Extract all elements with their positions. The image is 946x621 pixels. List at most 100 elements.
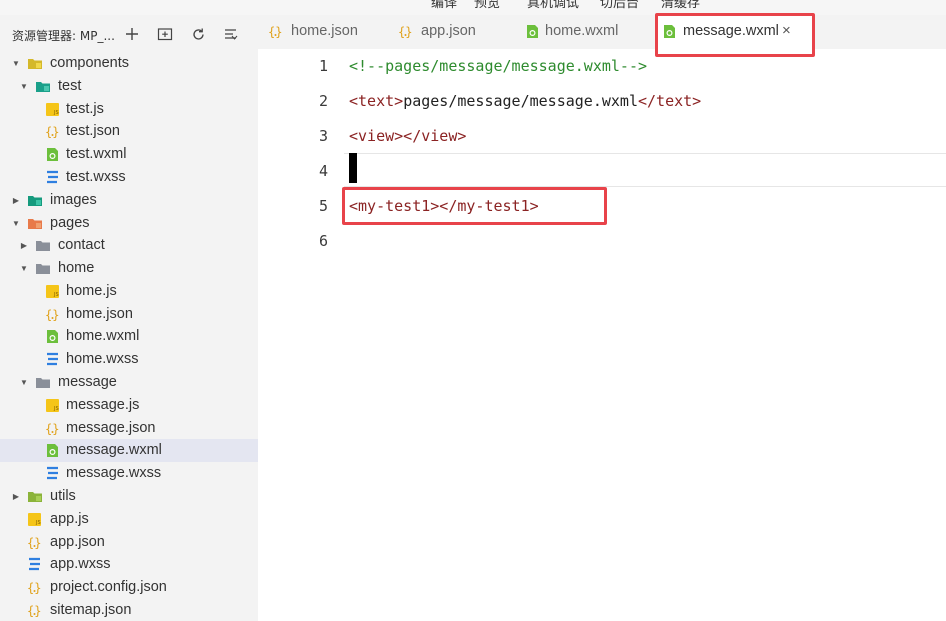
tree-item-label: app.js: [50, 511, 89, 527]
tree-item[interactable]: {} sitemap.json: [0, 599, 258, 621]
tree-item-label: home.wxml: [66, 328, 140, 344]
tab-label: home.wxml: [545, 23, 619, 39]
wxss-file-icon: [45, 170, 60, 185]
tree-item[interactable]: JS message.js: [0, 394, 258, 417]
chevron-down-icon[interactable]: ▼: [11, 219, 21, 229]
json-file-icon: {}: [27, 580, 42, 595]
tree-item[interactable]: home.wxml: [0, 325, 258, 348]
svg-text:{}: {}: [27, 604, 41, 618]
refresh-icon[interactable]: [188, 24, 208, 44]
svg-text:JS: JS: [53, 110, 59, 116]
js-file-icon: JS: [45, 102, 60, 117]
code-token: <text>: [349, 92, 404, 110]
svg-text:JS: JS: [53, 292, 59, 298]
current-line-highlight: [344, 153, 946, 187]
svg-text:{}: {}: [45, 308, 59, 322]
tree-item-label: images: [50, 192, 97, 208]
chevron-down-icon[interactable]: ▼: [19, 264, 29, 274]
wxml-icon: [525, 24, 540, 39]
tree-item-label: home.json: [66, 306, 133, 322]
line-number: 1: [318, 57, 328, 75]
line-number: 4: [318, 162, 328, 180]
tree-item-label: project.config.json: [50, 579, 167, 595]
menu-item-clear-cache[interactable]: 清缓存: [661, 0, 700, 11]
tree-item-label: message.wxss: [66, 465, 162, 481]
editor-tab-bar: {} home.json {} app.json home.wxml messa…: [258, 15, 946, 49]
tree-item[interactable]: test.wxml: [0, 143, 258, 166]
wxml-file-icon: [45, 443, 60, 458]
folder-icon: [35, 79, 50, 94]
add-file-icon[interactable]: [122, 24, 142, 44]
tree-item-label: test.wxss: [66, 169, 126, 185]
menu-item-background[interactable]: 切后台: [600, 0, 639, 11]
tree-item[interactable]: message.wxml: [0, 439, 258, 462]
chevron-down-icon[interactable]: ▼: [19, 378, 29, 388]
tree-item[interactable]: ▶ utils: [0, 485, 258, 508]
code-line[interactable]: <view></view>: [349, 127, 466, 145]
folder-icon: [35, 261, 50, 276]
code-token: pages/message/message.wxml: [403, 92, 638, 110]
chevron-down-icon[interactable]: ▼: [19, 82, 29, 92]
tree-item[interactable]: {} test.json: [0, 120, 258, 143]
tree-item-label: utils: [50, 488, 76, 504]
tree-item[interactable]: app.wxss: [0, 553, 258, 576]
tree-item[interactable]: ▼ components: [0, 52, 258, 75]
json-file-icon: {}: [27, 603, 42, 618]
tree-item[interactable]: ▼ home: [0, 257, 258, 280]
chevron-right-icon[interactable]: ▶: [11, 492, 21, 502]
svg-text:{}: {}: [45, 125, 59, 139]
explorer-sidebar: 资源管理器: MP_... ▼ components ▼ test JS test.js {…: [0, 15, 258, 621]
line-number: 6: [318, 232, 328, 250]
tree-item[interactable]: {} home.json: [0, 303, 258, 326]
tree-item[interactable]: ▶ images: [0, 189, 258, 212]
tree-item[interactable]: message.wxss: [0, 462, 258, 485]
tree-item-label: app.wxss: [50, 556, 111, 572]
json-file-icon: {}: [27, 535, 42, 550]
tree-item[interactable]: {} app.json: [0, 531, 258, 554]
tree-item-label: message.wxml: [66, 442, 162, 458]
tree-item[interactable]: JS home.js: [0, 280, 258, 303]
chevron-right-icon[interactable]: ▶: [11, 196, 21, 206]
code-line[interactable]: <text>pages/message/message.wxml</text>: [349, 92, 701, 110]
tree-item[interactable]: ▼ pages: [0, 212, 258, 235]
tree-item-label: app.json: [50, 534, 105, 550]
tree-item[interactable]: {} project.config.json: [0, 576, 258, 599]
menu-item-device-debug[interactable]: 真机调试: [527, 0, 579, 11]
svg-text:{}: {}: [27, 581, 41, 595]
tree-item[interactable]: JS app.js: [0, 508, 258, 531]
line-number: 2: [318, 92, 328, 110]
tree-item-label: home.js: [66, 283, 117, 299]
tab-home-json[interactable]: {} home.json: [258, 15, 383, 49]
svg-text:JS: JS: [53, 406, 59, 412]
tab-label: home.json: [291, 23, 358, 39]
tree-item[interactable]: ▼ message: [0, 371, 258, 394]
svg-text:{}: {}: [398, 25, 412, 39]
menu-item-preview[interactable]: 预览: [474, 0, 500, 11]
menu-item-compile[interactable]: 编译: [431, 0, 457, 11]
tree-item[interactable]: {} message.json: [0, 417, 258, 440]
highlight-box-tab: [655, 13, 815, 57]
folder-icon: [27, 216, 42, 231]
highlight-box-code: [342, 187, 607, 225]
add-folder-icon[interactable]: [155, 24, 175, 44]
tree-item[interactable]: test.wxss: [0, 166, 258, 189]
tree-item[interactable]: ▼ test: [0, 75, 258, 98]
collapse-icon[interactable]: [220, 24, 240, 44]
tab-home-wxml[interactable]: home.wxml: [518, 15, 654, 49]
tree-item[interactable]: ▶ contact: [0, 234, 258, 257]
folder-icon: [27, 489, 42, 504]
line-number: 5: [318, 197, 328, 215]
tree-item[interactable]: JS test.js: [0, 98, 258, 121]
explorer-title: 资源管理器: MP_...: [12, 29, 115, 43]
wxss-file-icon: [45, 352, 60, 367]
code-line[interactable]: <!--pages/message/message.wxml-->: [349, 57, 647, 75]
tab-app-json[interactable]: {} app.json: [388, 15, 513, 49]
json-icon: {}: [268, 24, 283, 39]
code-editor[interactable]: 1 <!--pages/message/message.wxml--> 2 <text…: [258, 49, 946, 621]
json-file-icon: {}: [45, 124, 60, 139]
tree-item[interactable]: home.wxss: [0, 348, 258, 371]
chevron-right-icon[interactable]: ▶: [19, 241, 29, 251]
json-file-icon: {}: [45, 421, 60, 436]
chevron-down-icon[interactable]: ▼: [11, 59, 21, 69]
js-file-icon: JS: [27, 512, 42, 527]
